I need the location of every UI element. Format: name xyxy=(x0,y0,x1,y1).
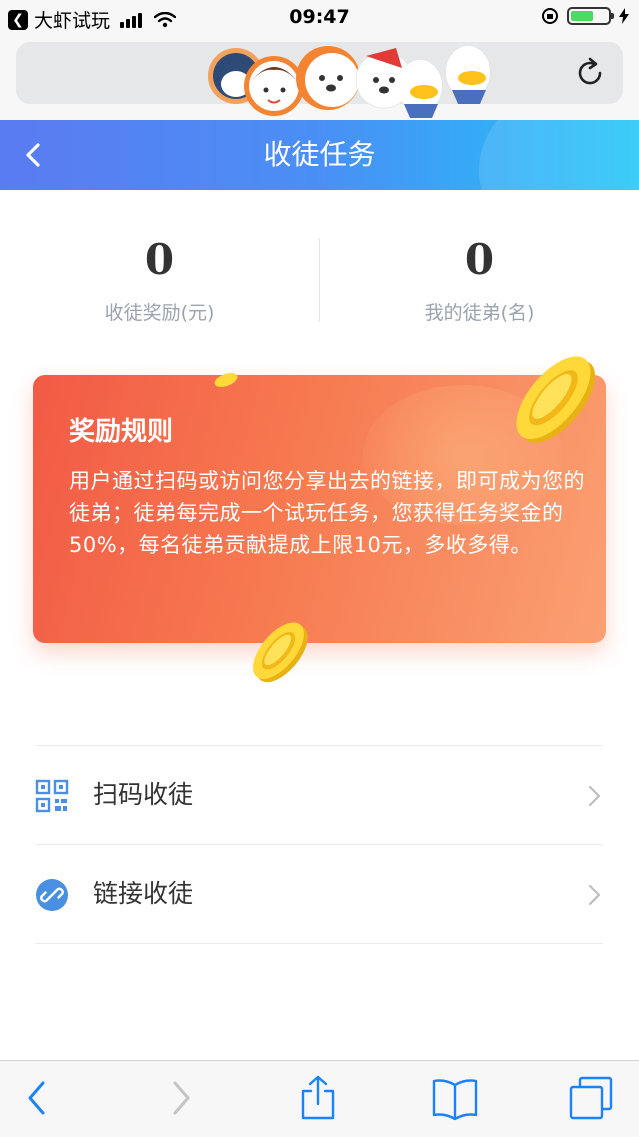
reload-icon[interactable] xyxy=(573,56,607,90)
chevron-right-icon xyxy=(589,786,600,806)
qr-code-icon xyxy=(35,779,69,813)
qr-recruit-label: 扫码收徒 xyxy=(93,780,194,809)
tabs-icon[interactable] xyxy=(568,1075,614,1121)
browser-address-area xyxy=(0,38,639,120)
chevron-right-icon xyxy=(589,885,600,905)
battery-fill xyxy=(571,11,593,21)
gold-coin-decoration xyxy=(516,356,596,443)
stat-apprentices: 0 我的徒弟(名) xyxy=(320,230,639,325)
link-icon xyxy=(36,879,68,911)
battery-icon xyxy=(567,7,614,25)
small-coin-decoration xyxy=(214,373,238,387)
stat-reward: 0 收徒奖励(元) xyxy=(0,230,319,325)
share-icon[interactable] xyxy=(298,1075,338,1121)
stat-reward-value: 0 xyxy=(144,235,175,284)
recruit-options-list: 扫码收徒 链接收徒 xyxy=(35,745,603,944)
charging-icon xyxy=(619,8,629,24)
bookmarks-icon[interactable] xyxy=(431,1075,479,1121)
back-icon[interactable] xyxy=(24,1075,52,1121)
status-right xyxy=(541,7,629,25)
link-recruit-label: 链接收徒 xyxy=(93,879,194,908)
forward-icon[interactable] xyxy=(166,1075,194,1121)
address-bar[interactable] xyxy=(16,42,623,118)
stat-reward-label: 收徒奖励(元) xyxy=(104,302,215,324)
orientation-lock-icon xyxy=(542,8,558,24)
gold-coin-decoration xyxy=(253,622,308,683)
reward-rules-text: 用户通过扫码或访问您分享出去的链接，即可成为您的徒弟；徒弟每完成一个试玩任务，您… xyxy=(69,469,585,557)
browser-toolbar xyxy=(0,1060,639,1137)
qr-recruit-item[interactable]: 扫码收徒 xyxy=(35,745,603,844)
stats-panel: 0 收徒奖励(元) 0 我的徒弟(名) xyxy=(0,190,639,345)
link-recruit-item[interactable]: 链接收徒 xyxy=(35,844,603,944)
mascot-banner-image xyxy=(208,46,490,118)
page-title: 收徒任务 xyxy=(263,138,376,171)
stat-apprentices-label: 我的徒弟(名) xyxy=(424,302,535,324)
stat-apprentices-value: 0 xyxy=(464,235,495,284)
status-bar: ❮ 大虾试玩 09:47 xyxy=(0,0,639,38)
nav-bar: 收徒任务 xyxy=(0,120,639,190)
reward-rules-title: 奖励规则 xyxy=(69,417,174,447)
